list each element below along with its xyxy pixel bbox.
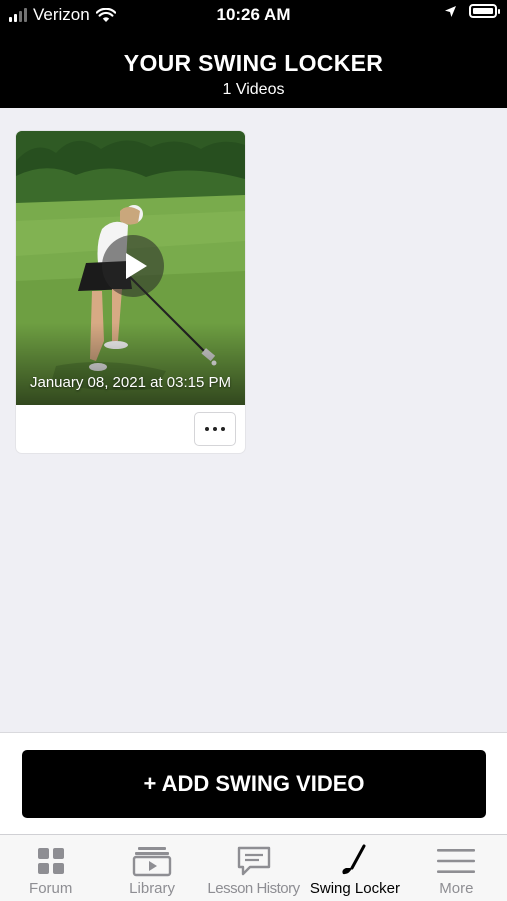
play-button[interactable] bbox=[102, 235, 164, 297]
video-library-icon bbox=[132, 847, 172, 877]
tab-label: More bbox=[439, 880, 474, 897]
page-title: YOUR SWING LOCKER bbox=[123, 50, 384, 76]
chat-bubble-icon bbox=[237, 846, 270, 876]
menu-icon bbox=[437, 849, 476, 873]
video-card[interactable]: January 08, 2021 at 03:15 PM bbox=[16, 131, 245, 453]
status-time: 10:26 AM bbox=[216, 5, 291, 24]
tab-label: Lesson History bbox=[207, 880, 300, 897]
tab-label: Swing Locker bbox=[309, 880, 400, 897]
video-date: January 08, 2021 at 03:15 PM bbox=[30, 374, 231, 391]
video-count: 1 Videos bbox=[222, 81, 285, 98]
bottom-action-area: + ADD SWING VIDEO bbox=[0, 732, 507, 835]
golf-club-icon bbox=[342, 844, 366, 875]
tab-label: Forum bbox=[29, 880, 73, 897]
page-header: YOUR SWING LOCKER 1 Videos bbox=[0, 30, 507, 108]
tab-bar: Forum Library Lesson History Swing Locke… bbox=[0, 834, 507, 901]
ellipsis-dot bbox=[213, 427, 217, 431]
status-bar: Verizon 10:26 AM bbox=[0, 0, 507, 30]
video-thumbnail[interactable]: January 08, 2021 at 03:15 PM bbox=[16, 131, 245, 405]
more-options-button[interactable] bbox=[194, 412, 236, 446]
status-right bbox=[444, 4, 500, 18]
tab-forum[interactable]: Forum bbox=[0, 835, 101, 901]
play-icon bbox=[125, 253, 147, 279]
battery-icon bbox=[469, 4, 500, 18]
tab-library[interactable]: Library bbox=[101, 835, 202, 901]
tab-lesson-history[interactable]: Lesson History bbox=[203, 835, 304, 901]
add-swing-video-button[interactable]: + ADD SWING VIDEO bbox=[22, 750, 486, 818]
grid-icon bbox=[37, 848, 64, 874]
location-arrow-icon bbox=[445, 5, 456, 17]
tab-swing-locker[interactable]: Swing Locker bbox=[304, 835, 405, 901]
tab-label: Library bbox=[129, 880, 176, 897]
tab-more[interactable]: More bbox=[406, 835, 507, 901]
ellipsis-dot bbox=[221, 427, 225, 431]
ellipsis-icon bbox=[205, 427, 209, 431]
